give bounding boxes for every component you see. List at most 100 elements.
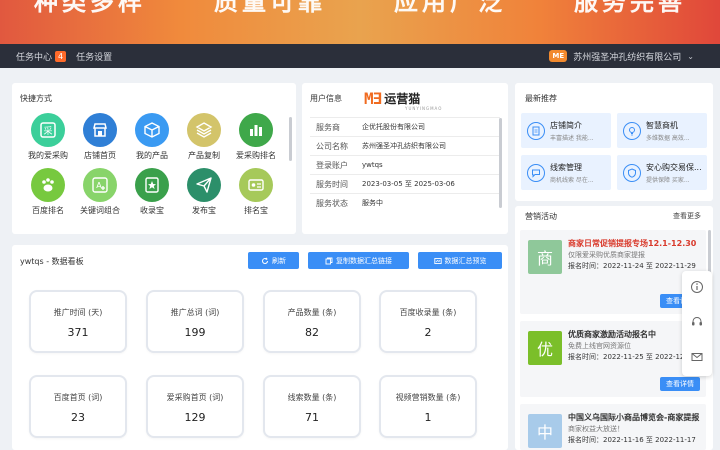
recommend-item-sub: 丰富描述 我能... bbox=[550, 134, 594, 142]
stat-card: 爱采购首页 (词) 129 bbox=[146, 375, 244, 438]
recommend-item[interactable]: 线索管理 商机线索 尽在... bbox=[521, 155, 611, 190]
stat-label: 百度首页 (词) bbox=[53, 393, 103, 402]
info-label: 服务状态 bbox=[316, 198, 348, 208]
stat-value: 82 bbox=[305, 326, 319, 339]
brand-subtitle: YUNYINGMAO bbox=[405, 106, 443, 111]
activity-title: 商家日常促销提报专场12.1-12.30 bbox=[568, 239, 697, 248]
cube-icon bbox=[135, 113, 169, 147]
stat-card: 百度收录量 (条) 2 bbox=[379, 290, 477, 353]
activity-title: 优质商家激励活动报名中 bbox=[568, 330, 656, 339]
baidu-icon bbox=[31, 168, 65, 202]
data-dashboard-card: ywtqs - 数据看板 刷新 复制数据汇总链接 数据汇总预览 推广时间 (天)… bbox=[12, 245, 508, 450]
layers-icon bbox=[187, 113, 221, 147]
user-info-list: 服务商 企优托股份有限公司 公司名称 苏州强圣冲孔纺织有限公司 登录账户 ywt… bbox=[310, 117, 500, 212]
quick-link-item[interactable]: 店铺首页 bbox=[74, 113, 126, 161]
banner-slogans: 种类多样 质量可靠 应用广泛 服务完善 bbox=[0, 0, 720, 17]
quick-link-label: 发布宝 bbox=[192, 206, 216, 215]
floating-toolbar bbox=[682, 271, 712, 376]
stat-value: 1 bbox=[424, 411, 432, 424]
brand-name: 运营猫 bbox=[384, 92, 421, 106]
activity-date: 报名时间：2022-11-24 至 2022-11-29 bbox=[568, 262, 696, 270]
quick-link-item[interactable]: 产品复制 bbox=[178, 113, 230, 161]
recommend-item-title: 店铺简介 bbox=[550, 120, 582, 130]
view-more-link[interactable]: 查看更多 bbox=[673, 211, 701, 221]
info-value: 2023-03-05 至 2025-03-06 bbox=[362, 180, 455, 188]
quick-link-item[interactable]: 排名宝 bbox=[230, 168, 282, 216]
stat-value: 371 bbox=[67, 326, 89, 339]
quick-links-scrollbar[interactable] bbox=[289, 117, 292, 161]
stat-card: 百度首页 (词) 23 bbox=[29, 375, 127, 438]
recommend-item[interactable]: 智慧商机 多维数据 高效... bbox=[617, 113, 707, 148]
id-card-icon bbox=[239, 168, 273, 202]
quick-links-card: 快捷方式 采 我的爱采购 店铺首页 我的产品 产品复制 爱采购排名 百度排名 A… bbox=[12, 83, 296, 234]
quick-link-label: 店铺首页 bbox=[84, 151, 116, 160]
activity-desc: 免费上线官网资源位 bbox=[568, 342, 631, 350]
info-value: 苏州强圣冲孔纺织有限公司 bbox=[362, 142, 446, 150]
quick-link-label: 百度排名 bbox=[32, 206, 64, 215]
dashboard-title: ywtqs - 数据看板 bbox=[20, 257, 84, 266]
stat-card: 线索数量 (条) 71 bbox=[263, 375, 361, 438]
task-count-badge: 4 bbox=[55, 50, 67, 62]
stat-label: 产品数量 (条) bbox=[287, 308, 337, 317]
info-label: 服务时间 bbox=[316, 179, 348, 189]
recommend-title: 最新推荐 bbox=[525, 94, 557, 103]
info-value: ywtqs bbox=[362, 161, 383, 169]
banner-slogan: 种类多样 bbox=[34, 0, 146, 16]
customer-service-icon[interactable] bbox=[690, 314, 704, 333]
user-info-scrollbar[interactable] bbox=[499, 118, 502, 208]
mail-icon[interactable] bbox=[690, 349, 704, 368]
recommend-card: 最新推荐 店铺简介丰富描述 我能... 智慧商机 多维数据 高效... 线索管理商… bbox=[515, 83, 713, 201]
star-badge-icon bbox=[135, 168, 169, 202]
stat-card: 视频营销数量 (条) 1 bbox=[379, 375, 477, 438]
quick-link-item[interactable]: 爱采购排名 bbox=[230, 113, 282, 161]
quick-link-item[interactable]: 收录宝 bbox=[126, 168, 178, 216]
company-logo: ME bbox=[549, 50, 568, 62]
top-banner: 种类多样 质量可靠 应用广泛 服务完善 bbox=[0, 0, 720, 44]
quick-link-item[interactable]: 采 我的爱采购 bbox=[22, 113, 74, 161]
quick-link-label: 爱采购排名 bbox=[236, 151, 276, 160]
shield-icon bbox=[623, 163, 641, 182]
recommend-item-sub: 提供保障 买家... bbox=[646, 176, 690, 184]
activity-item[interactable]: 优 优质商家激励活动报名中 免费上线官网资源位 报名时间：2022-11-25 … bbox=[520, 321, 706, 397]
activity-desc: 仅限爱采购优质商家提报 bbox=[568, 251, 645, 259]
activity-item[interactable]: 中 中国义乌国际小商品博览会-商家提报 商家权益大放送！ 报名时间：2022-1… bbox=[520, 404, 706, 450]
info-label: 登录账户 bbox=[316, 160, 348, 170]
activity-item[interactable]: 商 商家日常促销提报专场12.1-12.30 仅限爱采购优质商家提报 报名时间：… bbox=[520, 230, 706, 314]
info-row: 服务状态 服务中 bbox=[310, 193, 500, 212]
svg-text:采: 采 bbox=[43, 126, 52, 137]
info-row: 服务商 企优托股份有限公司 bbox=[310, 117, 500, 136]
info-icon[interactable] bbox=[690, 279, 704, 298]
marketing-scrollbar[interactable] bbox=[708, 230, 711, 274]
stat-label: 视频营销数量 (条) bbox=[395, 393, 461, 402]
chevron-down-icon: ⌄ bbox=[687, 51, 694, 61]
top-nav: 任务中心 4 任务设置 ME 苏州强圣冲孔纺织有限公司 ⌄ bbox=[0, 44, 720, 68]
banner-slogan: 应用广泛 bbox=[394, 0, 506, 16]
refresh-icon bbox=[262, 257, 268, 264]
recommend-item[interactable]: 店铺简介丰富描述 我能... bbox=[521, 113, 611, 148]
activity-title: 中国义乌国际小商品博览会-商家提报 bbox=[568, 413, 700, 422]
stat-label: 线索数量 (条) bbox=[287, 393, 337, 402]
quick-link-item[interactable]: A 关键词组合 bbox=[74, 168, 126, 216]
info-row: 公司名称 苏州强圣冲孔纺织有限公司 bbox=[310, 136, 500, 155]
stat-value: 2 bbox=[424, 326, 432, 339]
quick-link-item[interactable]: 我的产品 bbox=[126, 113, 178, 161]
activity-detail-button[interactable]: 查看详情 bbox=[660, 377, 700, 391]
recommend-item[interactable]: 安心购交易保... 提供保障 买家... bbox=[617, 155, 707, 190]
stat-label: 爱采购首页 (词) bbox=[166, 393, 224, 402]
info-row: 服务时间 2023-03-05 至 2025-03-06 bbox=[310, 174, 500, 193]
quick-link-label: 产品复制 bbox=[188, 151, 220, 160]
summary-preview-button[interactable]: 数据汇总预览 bbox=[418, 252, 502, 269]
keyword-plus-icon: A bbox=[83, 168, 117, 202]
activity-date: 报名时间：2022-11-16 至 2022-11-17 bbox=[568, 436, 696, 444]
quick-link-item[interactable]: 百度排名 bbox=[22, 168, 74, 216]
refresh-button[interactable]: 刷新 bbox=[248, 252, 299, 269]
nav-task-center[interactable]: 任务中心 4 bbox=[16, 50, 67, 63]
copy-summary-link-button[interactable]: 复制数据汇总链接 bbox=[308, 252, 409, 269]
account-menu[interactable]: ME 苏州强圣冲孔纺织有限公司 ⌄ bbox=[549, 44, 694, 68]
stat-value: 129 bbox=[184, 411, 206, 424]
quick-link-item[interactable]: 发布宝 bbox=[178, 168, 230, 216]
nav-task-settings[interactable]: 任务设置 bbox=[76, 50, 112, 63]
activity-date: 报名时间：2022-11-25 至 2022-12-01 bbox=[568, 353, 696, 361]
recommend-item-title: 智慧商机 bbox=[646, 120, 678, 130]
refresh-label: 刷新 bbox=[272, 256, 286, 265]
